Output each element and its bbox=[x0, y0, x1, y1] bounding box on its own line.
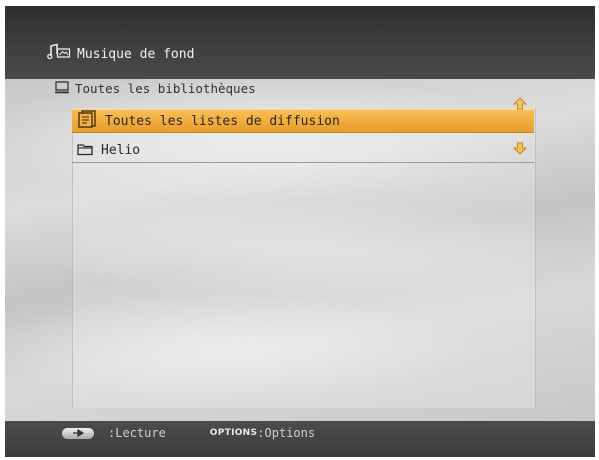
breadcrumb-label: Toutes les bibliothèques bbox=[75, 80, 256, 96]
music-note-icon bbox=[47, 43, 73, 65]
options-key-label: OPTIONS bbox=[209, 428, 258, 438]
playlist-icon bbox=[77, 110, 97, 132]
page-title: Musique de fond bbox=[47, 43, 195, 65]
play-button-icon bbox=[62, 427, 94, 439]
footer-hints: :Lecture OPTIONS :Options bbox=[62, 423, 315, 443]
page-title-text: Musique de fond bbox=[77, 46, 195, 62]
folder-icon bbox=[77, 141, 93, 160]
list-item-label: Helio bbox=[101, 143, 141, 158]
list-item-playlists[interactable]: Toutes les listes de diffusion bbox=[72, 109, 534, 133]
arrow-down-icon[interactable] bbox=[512, 140, 528, 155]
header-bar bbox=[5, 6, 595, 79]
options-hint-label: :Options bbox=[257, 426, 316, 440]
list-item-label: Toutes les listes de diffusion bbox=[105, 113, 340, 129]
breadcrumb[interactable]: Toutes les bibliothèques bbox=[55, 79, 256, 97]
arrow-up-icon[interactable] bbox=[512, 96, 528, 110]
library-icon bbox=[55, 79, 69, 98]
list-item-helio[interactable]: Helio bbox=[72, 139, 534, 163]
play-hint-label: :Lecture bbox=[108, 426, 166, 440]
